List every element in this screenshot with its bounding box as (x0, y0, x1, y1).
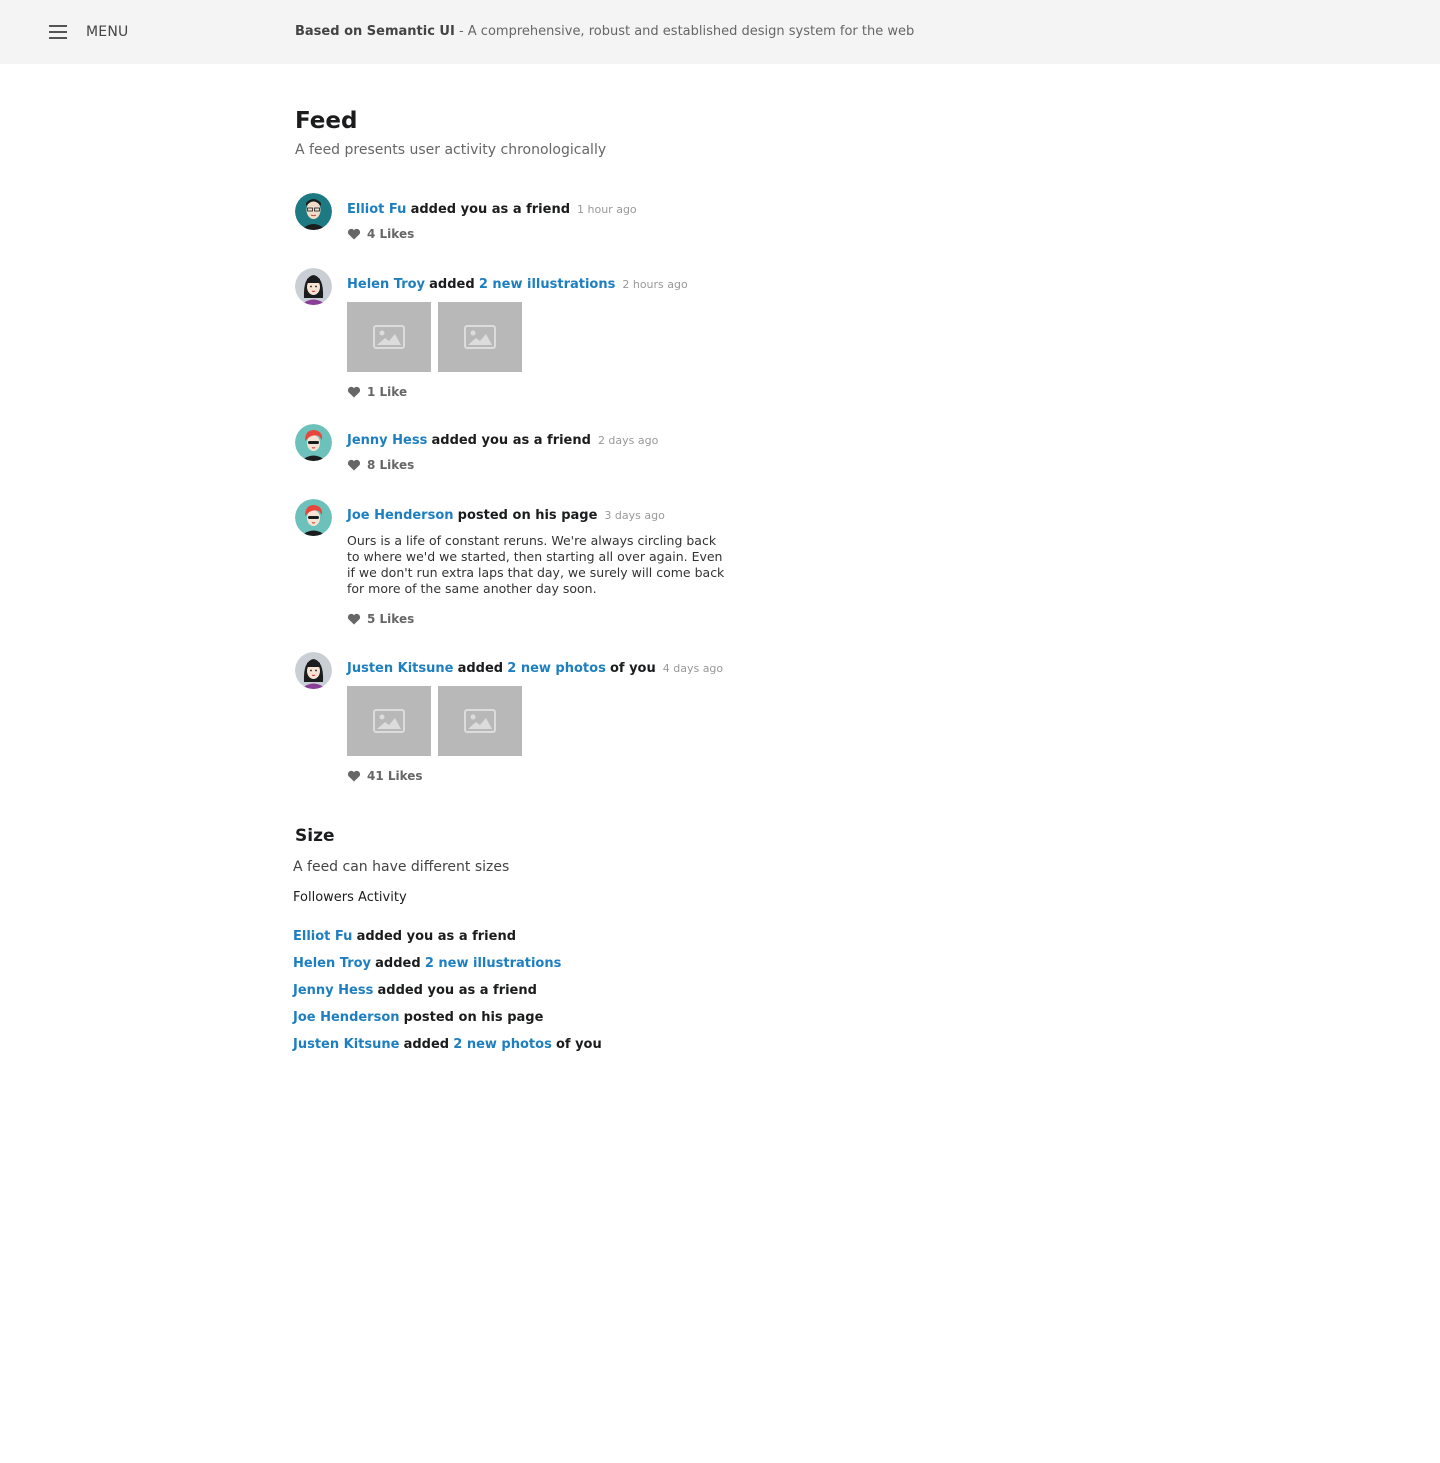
event-action: added (457, 661, 504, 676)
event-extra-text: Ours is a life of constant reruns. We're… (347, 533, 725, 596)
small-feed-event: Elliot Fu added you as a friend (293, 928, 602, 955)
image-thumbnail[interactable] (347, 686, 431, 756)
page-subtitle: A feed presents user activity chronologi… (295, 142, 607, 158)
main-content: Feed A feed presents user activity chron… (295, 104, 895, 783)
user-link[interactable]: Elliot Fu (293, 929, 352, 944)
heart-icon (347, 770, 361, 782)
image-placeholder-icon (464, 325, 496, 349)
event-action: posted on his page (457, 508, 598, 523)
small-feed-event: Jenny Hess added you as a friend (293, 982, 602, 1009)
like-button[interactable]: 5 Likes (347, 610, 895, 628)
event-summary: Elliot Fu added you as a friend 1 hour ag… (347, 193, 895, 219)
small-feed-event: Helen Troy added 2 new illustrations (293, 955, 602, 982)
like-count: 5 Likes (367, 612, 415, 626)
like-button[interactable]: 41 Likes (347, 767, 895, 785)
user-link[interactable]: Jenny Hess (347, 433, 427, 448)
small-feed-title: Followers Activity (293, 890, 407, 905)
like-button[interactable]: 4 Likes (347, 225, 895, 243)
page-title: Feed (295, 108, 358, 134)
activity-feed: Elliot Fu added you as a friend 1 hour ag… (295, 193, 895, 808)
like-count: 4 Likes (367, 227, 415, 241)
event-action-suffix: of you (609, 661, 656, 676)
menu-label: MENU (86, 24, 129, 40)
like-button[interactable]: 8 Likes (347, 456, 895, 474)
heart-icon (347, 228, 361, 240)
object-link[interactable]: 2 new illustrations (479, 277, 616, 292)
feed-event: Elliot Fu added you as a friend 1 hour ag… (295, 193, 895, 268)
extra-images (347, 686, 895, 756)
event-date: 3 days ago (604, 509, 665, 522)
event-action-suffix: of you (555, 1037, 602, 1052)
event-summary: Justen Kitsune added 2 new photos of you… (347, 652, 895, 678)
user-link[interactable]: Helen Troy (293, 956, 371, 971)
image-thumbnail[interactable] (438, 686, 522, 756)
user-link[interactable]: Helen Troy (347, 277, 425, 292)
event-summary: Helen Troy added 2 new illustrations 2 ho… (347, 268, 895, 294)
event-action: added you as a friend (431, 433, 591, 448)
like-button[interactable]: 1 Like (347, 383, 895, 401)
feed-event: Jenny Hess added you as a friend 2 days a… (295, 424, 895, 499)
tagline-description: - A comprehensive, robust and establishe… (454, 24, 915, 39)
avatar[interactable] (295, 268, 332, 305)
object-link[interactable]: 2 new photos (453, 1037, 552, 1052)
like-count: 8 Likes (367, 458, 415, 472)
small-feed-event: Joe Henderson posted on his page (293, 1009, 602, 1036)
event-summary: Jenny Hess added you as a friend 2 days a… (347, 424, 895, 450)
image-placeholder-icon (373, 325, 405, 349)
section-title: Size (295, 826, 335, 846)
avatar[interactable] (295, 499, 332, 536)
top-bar: MENU Based on Semantic UI - A comprehens… (0, 0, 1440, 64)
user-link[interactable]: Justen Kitsune (293, 1037, 399, 1052)
avatar[interactable] (295, 424, 332, 461)
user-link[interactable]: Justen Kitsune (347, 661, 453, 676)
feed-event: Justen Kitsune added 2 new photos of you… (295, 652, 895, 808)
user-link[interactable]: Joe Henderson (347, 508, 454, 523)
menu-button[interactable]: MENU (40, 16, 128, 48)
user-link[interactable]: Joe Henderson (293, 1010, 400, 1025)
extra-images (347, 302, 895, 372)
tagline-brand: Based on Semantic UI (295, 24, 455, 39)
event-action: added (375, 956, 421, 971)
user-link[interactable]: Elliot Fu (347, 202, 406, 217)
image-placeholder-icon (373, 709, 405, 733)
header-tagline: Based on Semantic UI - A comprehensive, … (295, 24, 914, 39)
heart-icon (347, 459, 361, 471)
event-date: 2 hours ago (622, 278, 688, 291)
image-thumbnail[interactable] (438, 302, 522, 372)
hamburger-icon (49, 25, 67, 39)
heart-icon (347, 613, 361, 625)
event-date: 4 days ago (662, 662, 724, 675)
like-count: 41 Likes (367, 769, 423, 783)
avatar[interactable] (295, 193, 332, 230)
feed-event: Joe Henderson posted on his page 3 days a… (295, 499, 895, 652)
small-feed-event: Justen Kitsune added 2 new photos of you (293, 1036, 602, 1063)
small-feed: Elliot Fu added you as a friend Helen Tr… (293, 928, 602, 1063)
event-action: added you as a friend (356, 929, 517, 944)
heart-icon (347, 386, 361, 398)
event-date: 2 days ago (597, 434, 659, 447)
event-action: added (429, 277, 475, 292)
event-action: added (403, 1037, 450, 1052)
event-date: 1 hour ago (577, 203, 637, 216)
feed-event: Helen Troy added 2 new illustrations 2 ho… (295, 268, 895, 424)
user-link[interactable]: Jenny Hess (293, 983, 373, 998)
event-summary: Joe Henderson posted on his page 3 days a… (347, 499, 895, 525)
event-action: posted on his page (403, 1010, 544, 1025)
section-subtitle: A feed can have different sizes (293, 859, 510, 875)
image-thumbnail[interactable] (347, 302, 431, 372)
event-action: added you as a friend (377, 983, 537, 998)
object-link[interactable]: 2 new photos (507, 661, 606, 676)
event-action: added you as a friend (410, 202, 571, 217)
like-count: 1 Like (367, 385, 408, 399)
avatar[interactable] (295, 652, 332, 689)
image-placeholder-icon (464, 709, 496, 733)
object-link[interactable]: 2 new illustrations (425, 956, 562, 971)
